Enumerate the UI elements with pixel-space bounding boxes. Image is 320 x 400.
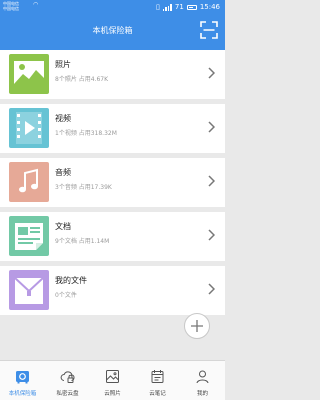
category-subtitle: 0个文件 [55,292,77,299]
wifi-icon: ◠ [33,1,39,8]
safe-icon [16,371,29,384]
page-title: 本机保险箱 [92,26,133,35]
audio-icon [9,162,49,202]
cloud-lock-icon [60,371,75,383]
chevron-right-icon [208,121,215,133]
category-title: 视频 [55,114,71,123]
category-videos[interactable]: 视频 1个视频 占用318.32M [0,104,225,153]
tab-label: 云笔记 [149,391,166,397]
tab-label: 云照片 [104,391,121,397]
category-my-files[interactable]: 我的文件 0个文件 [0,266,225,315]
tab-cloud-photos[interactable]: 云照片 [90,361,135,400]
tab-label: 私密云盘 [56,391,79,397]
category-subtitle: 9个文档 占用1.14M [55,238,110,245]
battery-level: 71 [174,3,184,11]
add-button[interactable] [184,313,210,339]
category-subtitle: 8个照片 占用4.67K [55,76,109,83]
tab-local-safe[interactable]: 本机保险箱 [0,361,45,400]
tab-me[interactable]: 我的 [180,361,225,400]
category-subtitle: 3个音频 占用17.39K [55,184,112,191]
scan-frame-icon[interactable] [200,21,218,39]
photo-icon [9,54,49,94]
document-icon [9,216,49,256]
chevron-right-icon [208,283,215,295]
folder-icon [9,270,49,310]
status-bar: 中国电信 中国电信 ◠ ▯ 71 15:46 [0,0,225,14]
category-title: 文档 [55,222,71,231]
photo-icon [106,370,119,383]
category-title: 我的文件 [55,276,87,285]
clock: 15:46 [199,3,220,11]
carrier-info: 中国电信 中国电信 [3,1,19,11]
status-right: ▯ 71 15:46 [156,2,220,12]
tab-label: 本机保险箱 [8,391,37,397]
category-subtitle: 1个视频 占用318.32M [55,130,117,137]
plus-icon [191,320,203,332]
person-icon [196,370,209,384]
battery-icon [186,4,197,10]
tab-private-cloud[interactable]: 私密云盘 [45,361,90,400]
category-audio[interactable]: 音频 3个音频 占用17.39K [0,158,225,207]
category-title: 照片 [55,60,71,69]
tab-label: 我的 [196,391,208,397]
carrier-name-secondary: 中国电信 [3,6,19,11]
category-title: 音频 [55,168,71,177]
chevron-right-icon [208,175,215,187]
bottom-nav: 本机保险箱 私密云盘 云照片 云笔记 我的 [0,360,225,400]
chevron-right-icon [208,67,215,79]
chevron-right-icon [208,229,215,241]
category-photos[interactable]: 照片 8个照片 占用4.67K [0,50,225,99]
tab-cloud-notes[interactable]: 云笔记 [135,361,180,400]
app-header: 本机保险箱 [0,14,225,50]
notebook-icon [151,370,164,383]
vibrate-icon: ▯ [156,3,160,11]
category-documents[interactable]: 文档 9个文档 占用1.14M [0,212,225,261]
signal-icon [162,3,172,11]
video-icon [9,108,49,148]
